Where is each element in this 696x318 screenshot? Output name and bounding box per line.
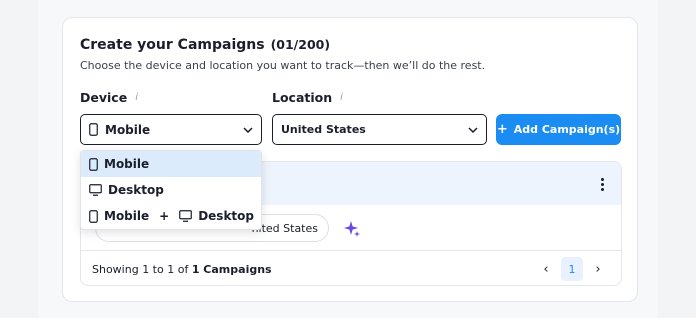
device-select-value: Mobile [105, 122, 151, 137]
background-strip-right [658, 0, 696, 318]
pagination-summary: Showing 1 to 1 of 1 Campaigns [92, 263, 272, 276]
desktop-icon [89, 184, 102, 196]
chevron-left-icon[interactable]: ‹ [537, 257, 555, 281]
background-strip-left [0, 0, 38, 318]
pagination: ‹ 1 › [537, 257, 607, 281]
info-icon[interactable]: i [340, 92, 343, 103]
chevron-down-icon [468, 126, 478, 133]
more-options-icon[interactable] [597, 174, 607, 194]
location-select[interactable]: United States [272, 114, 487, 145]
device-label: Device i [80, 90, 138, 105]
title-row: Create your Campaigns (01/200) [80, 37, 330, 53]
chevron-right-icon[interactable]: › [589, 257, 607, 281]
dropdown-option-mobile-desktop[interactable]: Mobile + Desktop [81, 203, 261, 229]
mobile-icon [89, 209, 98, 223]
option-label: Mobile [104, 157, 150, 171]
showing-prefix: Showing 1 to 1 of [92, 263, 189, 276]
chevron-down-icon [243, 126, 253, 133]
mobile-icon [89, 123, 98, 136]
desktop-icon [179, 210, 193, 222]
info-icon[interactable]: i [135, 92, 138, 103]
page-subtitle: Choose the device and location you want … [80, 59, 486, 72]
option-label-desktop: Desktop [198, 209, 254, 223]
page-number-button[interactable]: 1 [561, 257, 583, 281]
option-label-mobile: Mobile [104, 209, 150, 223]
option-label: Desktop [108, 183, 164, 197]
location-label-text: Location [272, 90, 333, 105]
location-select-value: United States [281, 123, 366, 136]
device-select[interactable]: Mobile [80, 114, 262, 145]
device-label-text: Device [80, 90, 128, 105]
plus-icon: + [496, 122, 508, 137]
campaign-count: (01/200) [270, 37, 331, 52]
mobile-icon [89, 157, 98, 171]
sparkle-icon[interactable] [343, 220, 361, 238]
dropdown-option-desktop[interactable]: Desktop [81, 177, 261, 203]
table-footer: Showing 1 to 1 of 1 Campaigns ‹ 1 › [81, 250, 621, 285]
showing-total: 1 Campaigns [191, 263, 272, 276]
add-campaigns-label: Add Campaign(s) [513, 123, 621, 136]
dropdown-option-mobile[interactable]: Mobile [81, 151, 261, 177]
plus-separator: + [159, 209, 170, 223]
add-campaigns-button[interactable]: + Add Campaign(s) [496, 114, 621, 145]
device-dropdown-menu: Mobile Desktop Mobile + Desktop [80, 150, 262, 230]
page-title: Create your Campaigns [80, 37, 265, 53]
location-label: Location i [272, 90, 343, 105]
